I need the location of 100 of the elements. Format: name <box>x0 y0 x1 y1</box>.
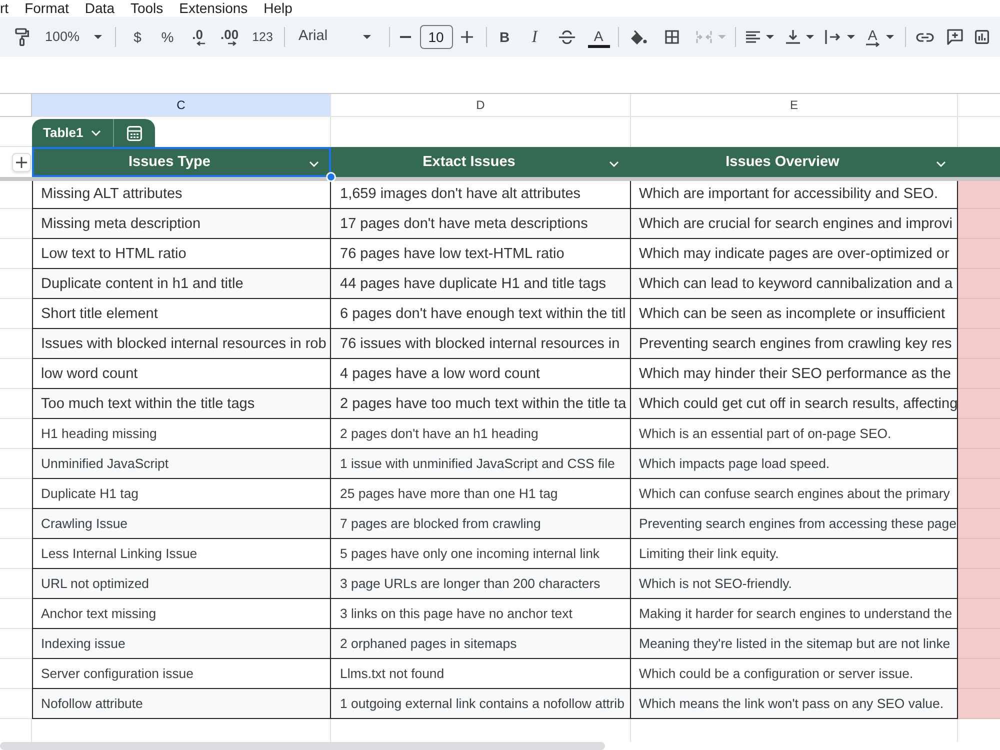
table-cell <box>958 629 1000 659</box>
column-title: Extact Issues <box>422 153 516 172</box>
chevron-down-icon[interactable] <box>609 161 619 167</box>
table-cell: 2 pages don't have an h1 heading <box>331 419 631 449</box>
column-letter[interactable]: D <box>331 94 631 117</box>
table-cell: Which impacts page load speed. <box>631 449 958 479</box>
font-dropdown[interactable]: Arial <box>292 23 379 51</box>
text-color-button[interactable]: A <box>588 26 610 48</box>
caret-down-icon[interactable] <box>886 35 894 39</box>
arrow-icon <box>228 40 238 46</box>
table-cell: Duplicate H1 tag <box>32 479 331 509</box>
link-icon[interactable] <box>916 32 934 42</box>
table-cell <box>958 299 1000 329</box>
horizontal-scrollbar[interactable] <box>0 742 605 750</box>
selection-handle-icon[interactable] <box>326 172 336 182</box>
column-letter[interactable]: E <box>631 94 958 117</box>
corner-cell[interactable] <box>0 94 32 117</box>
calculator-icon[interactable] <box>127 126 142 140</box>
menu-item[interactable]: Data <box>84 0 114 16</box>
percent-button[interactable]: % <box>156 23 180 51</box>
table-cell <box>958 181 1000 209</box>
italic-button[interactable]: I <box>522 23 548 51</box>
table-cell: Which can confuse search engines about the primary <box>631 479 958 509</box>
table-name-button[interactable]: Table1 <box>32 119 114 147</box>
table-cell: Missing meta description <box>32 209 331 239</box>
table-cell <box>958 539 1000 569</box>
table-cell: Issues with blocked internal resources in rob <box>32 329 331 359</box>
table-cell <box>958 689 1000 719</box>
table-cell: Unminified JavaScript <box>32 449 331 479</box>
table-cell: 2 pages have too much text within the title ta <box>331 389 631 419</box>
table-cell: Which means the link won't pass on any SEO value. <box>631 689 958 719</box>
table-cell <box>958 359 1000 389</box>
font-size-field[interactable]: 10 <box>420 25 453 49</box>
table-cell: 25 pages have more than one H1 tag <box>331 479 631 509</box>
menu-item[interactable]: Extensions <box>179 0 248 16</box>
table-cell: Which may indicate pages are over-optimized or <box>631 239 958 269</box>
table-cell: Server configuration issue <box>32 659 331 689</box>
strikethrough-icon[interactable] <box>558 30 575 44</box>
table-cell: URL not optimized <box>32 569 331 599</box>
caret-down-icon[interactable] <box>846 35 855 39</box>
table-cell <box>958 269 1000 299</box>
minus-icon[interactable] <box>400 36 412 38</box>
table-cell: Which can be seen as incomplete or insufficient <box>631 299 958 329</box>
table-cell: Anchor text missing <box>32 599 331 629</box>
table-cell: Limiting their link equity. <box>631 539 958 569</box>
add-row-button[interactable] <box>12 152 31 172</box>
text-wrap-icon[interactable] <box>824 30 841 44</box>
caret-down-icon[interactable] <box>766 35 774 39</box>
decimal-button[interactable]: .00 <box>216 23 244 51</box>
arrow-icon <box>196 40 206 46</box>
number-format-button[interactable]: 123 <box>248 23 278 51</box>
table-cell: H1 heading missing <box>32 419 331 449</box>
table-cell: 7 pages are blocked from crawling <box>331 509 631 539</box>
chart-icon[interactable] <box>974 30 989 44</box>
text-rotation-button[interactable]: A <box>866 28 880 46</box>
table-cell: Which is not SEO-friendly. <box>631 569 958 599</box>
table-cell <box>958 239 1000 269</box>
decimal-button[interactable]: .0 <box>184 23 212 51</box>
paint-roller-icon[interactable] <box>15 28 29 46</box>
table-cell: 3 page URLs are longer than 200 characters <box>331 569 631 599</box>
table-cell: Indexing issue <box>32 629 331 659</box>
table-cell: Too much text within the title tags <box>32 389 331 419</box>
caret-down-icon[interactable] <box>806 35 814 39</box>
table-cell: Which is an essential part of on-page SEO. <box>631 419 958 449</box>
table-cell <box>958 209 1000 239</box>
bold-button[interactable]: B <box>492 23 518 51</box>
table-cell: low word count <box>32 359 331 389</box>
caret-down-icon[interactable] <box>362 35 371 39</box>
menu-item[interactable]: Format <box>24 0 69 16</box>
borders-icon[interactable] <box>664 30 679 44</box>
align-bottom-icon[interactable] <box>786 30 800 44</box>
table-cell <box>958 479 1000 509</box>
table-cell: Which are crucial for search engines and improvi <box>631 209 958 239</box>
caret-down-icon[interactable] <box>94 35 102 39</box>
menu-item[interactable]: rt <box>0 0 9 16</box>
table-cell <box>958 329 1000 359</box>
table-cell <box>958 509 1000 539</box>
chevron-down-icon[interactable] <box>309 161 319 167</box>
menu-item[interactable]: Tools <box>130 0 164 16</box>
chevron-down-icon[interactable] <box>91 130 102 136</box>
zoom-dropdown[interactable]: 100% <box>40 23 107 51</box>
table-cell <box>958 419 1000 449</box>
chevron-down-icon[interactable] <box>936 161 946 167</box>
plus-icon[interactable] <box>460 31 473 43</box>
table-cell: Nofollow attribute <box>32 689 331 719</box>
column-letter[interactable]: C <box>32 94 331 117</box>
table-cell: Preventing search engines from crawling key res <box>631 329 958 359</box>
plus-icon[interactable] <box>16 156 27 168</box>
paint-bucket-icon[interactable] <box>628 30 647 44</box>
table-cell <box>958 389 1000 419</box>
table-cell: Which are important for accessibility and SEO. <box>631 181 958 209</box>
table-cell: 1 outgoing external link contains a nofollow attrib <box>331 689 631 719</box>
table-cell: Which could get cut off in search results, affecting <box>631 389 958 419</box>
comment-icon[interactable] <box>946 29 963 45</box>
currency-button[interactable]: $ <box>126 23 150 51</box>
table-cell: 2 orphaned pages in sitemaps <box>331 629 631 659</box>
menu-item[interactable]: Help <box>264 0 292 16</box>
table-cell: Making it harder for search engines to understand the <box>631 599 958 629</box>
align-left-icon[interactable] <box>746 31 760 43</box>
table-cell: Which could be a configuration or server issue. <box>631 659 958 689</box>
